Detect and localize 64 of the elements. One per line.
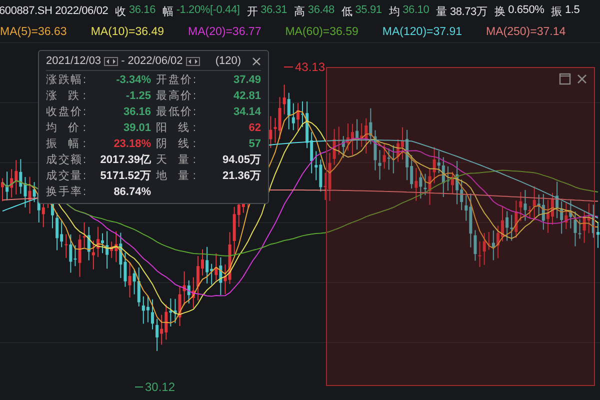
stat-value: 62 (248, 121, 261, 136)
stat-value: 5171.52万 (99, 169, 151, 184)
stat-label: 最高价: (156, 89, 196, 104)
stat-label: 最低价: (156, 105, 196, 120)
quote-label: 换 (494, 4, 506, 18)
range-start-date: 2021/12/03 (46, 55, 102, 67)
quote-label: 振 (551, 4, 562, 18)
moving-average-label: MA(120)=37.91 (382, 26, 462, 38)
step-arrows-icon[interactable] (186, 56, 200, 66)
quote-value: 1.5 (565, 4, 580, 18)
quote-label: 低 (341, 4, 352, 18)
period-count: (120) (215, 55, 241, 67)
quote-value: 36.48 (308, 4, 334, 18)
selection-range-box[interactable] (326, 67, 595, 386)
stat-value: 36.16 (122, 105, 151, 120)
quote-value: -1.20%[-0.44] (176, 4, 240, 18)
moving-average-label: MA(60)=36.59 (285, 26, 358, 38)
stat-label: 振 幅: (46, 137, 86, 152)
quote-value: 36.10 (402, 4, 430, 18)
stat-value: 37.49 (232, 73, 261, 88)
moving-average-label: MA(10)=36.49 (90, 26, 164, 38)
range-separator: - (121, 55, 125, 67)
stat-value: 21.36万 (221, 169, 261, 184)
quote-label: 高 (294, 4, 305, 18)
stat-value: 23.18% (112, 137, 151, 152)
quote-label: 开 (246, 4, 258, 18)
stat-label: 开盘价: (156, 73, 196, 88)
quote-value: 38.73万 (450, 4, 488, 18)
stat-value: 39.01 (122, 121, 151, 136)
quote-value: 36.31 (260, 4, 288, 18)
stat-value: 94.05万 (221, 153, 261, 168)
stat-label: 涨 跌: (46, 89, 86, 104)
quote-label: 量 (436, 4, 447, 18)
maximize-icon[interactable] (559, 73, 571, 85)
close-icon[interactable] (576, 73, 588, 85)
stat-value: 86.74% (112, 185, 151, 200)
quote-label: 收 (115, 4, 126, 18)
moving-average-label: MA(250)=37.14 (486, 26, 566, 38)
stat-value: 57 (248, 137, 261, 152)
stat-label: 成交额: (46, 153, 86, 168)
stat-label: 阳 线: (156, 121, 196, 136)
stat-value: -3.34% (115, 73, 151, 88)
stat-value: 42.81 (232, 89, 261, 104)
quote-value: 36.16 (128, 4, 156, 18)
moving-average-label: MA(20)=36.77 (188, 26, 262, 38)
stat-label: 地 量: (156, 169, 196, 184)
close-icon[interactable] (252, 56, 261, 66)
quote-label: 均 (388, 4, 400, 18)
stat-label: 天 量: (156, 153, 196, 168)
stat-value: 34.14 (232, 105, 261, 120)
range-end-date: 2022/06/02 (128, 55, 183, 67)
stat-label: 成交量: (46, 169, 86, 184)
step-arrows-icon[interactable] (104, 56, 118, 66)
moving-average-label: MA(5)=36.63 (0, 26, 67, 38)
quote-label: 幅 (162, 4, 174, 18)
stat-label: 阴 线: (156, 137, 196, 152)
stat-label: 涨跌幅: (46, 73, 86, 88)
stat-value: -1.25 (124, 89, 151, 104)
stat-label: 均 价: (46, 121, 86, 136)
stat-label: 收盘价: (46, 105, 86, 120)
quote-value: 0.650% (508, 4, 544, 18)
stat-value: 2017.39亿 (99, 153, 151, 168)
quote-value: 35.91 (355, 4, 382, 18)
stat-label: 换手率: (46, 185, 86, 200)
